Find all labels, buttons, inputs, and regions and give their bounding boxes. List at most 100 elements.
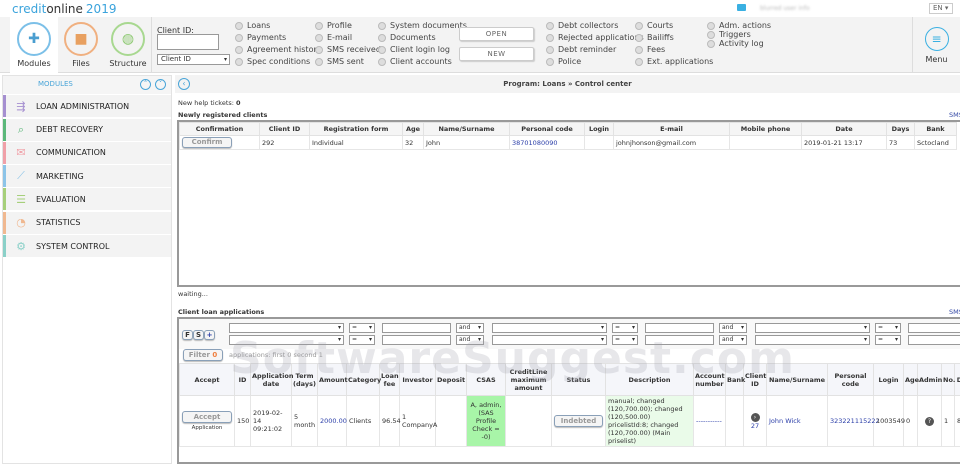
- radio-col2-2[interactable]: SMS received: [315, 45, 381, 54]
- column-header[interactable]: Days: [886, 122, 915, 136]
- table-cell: [725, 395, 744, 447]
- sidebar-item-statistics[interactable]: ◔ STATISTICS: [3, 211, 171, 234]
- radio-icon: [635, 45, 643, 54]
- new-button[interactable]: NEW: [459, 47, 534, 61]
- filter-field-select[interactable]: [755, 323, 870, 333]
- accept-button[interactable]: Accept: [182, 411, 232, 423]
- status-button[interactable]: Indebted: [554, 415, 603, 427]
- column-header[interactable]: Personal code: [509, 122, 585, 136]
- filter-value-input[interactable]: [908, 323, 960, 333]
- radio-col6-2[interactable]: Activity log: [707, 39, 764, 48]
- sms-link-2[interactable]: SMS: [949, 308, 960, 316]
- radio-icon: [635, 57, 643, 66]
- radio-col4-0[interactable]: Debt collectors: [546, 21, 618, 30]
- sidebar-item-loan-administration[interactable]: ⇶ LOAN ADMINISTRATION: [3, 95, 171, 118]
- files-button[interactable]: ■ Files: [57, 17, 105, 73]
- radio-col1-0[interactable]: Loans: [235, 21, 270, 30]
- column-header[interactable]: Date: [801, 122, 887, 136]
- radio-col2-3[interactable]: SMS sent: [315, 57, 364, 66]
- radio-col3-0[interactable]: System documents: [378, 21, 467, 30]
- column-header[interactable]: Login: [873, 363, 904, 396]
- globe-icon: ◍: [111, 22, 145, 56]
- filter-and-select[interactable]: and: [719, 323, 747, 333]
- radio-col2-0[interactable]: Profile: [315, 21, 352, 30]
- table-cell: 5 month: [291, 395, 318, 447]
- column-header[interactable]: Name/Surname: [423, 122, 510, 136]
- column-header[interactable]: Admin: [917, 363, 942, 396]
- column-header[interactable]: No.: [941, 363, 955, 396]
- radio-col6-1[interactable]: Triggers: [707, 30, 751, 39]
- client-arrow-icon[interactable]: ›: [750, 412, 760, 422]
- column-header[interactable]: Mobile phone: [729, 122, 802, 136]
- table-cell[interactable]: 323221115222: [827, 395, 880, 447]
- expand-down-icon[interactable]: ˅: [155, 79, 166, 90]
- sidebar-item-debt-recovery[interactable]: ⌕ DEBT RECOVERY: [3, 118, 171, 141]
- filter-value-input[interactable]: [645, 323, 714, 333]
- structure-button[interactable]: ◍ Structure: [104, 17, 152, 73]
- fs-button-1[interactable]: S: [193, 330, 204, 340]
- column-header[interactable]: Age: [903, 363, 919, 396]
- sidebar-item-system-control[interactable]: ⚙ SYSTEM CONTROL: [3, 235, 171, 258]
- column-header[interactable]: Confirmation: [179, 122, 260, 136]
- table-cell: 1: [941, 395, 955, 447]
- column-header[interactable]: Login: [584, 122, 614, 136]
- column-header[interactable]: Accept: [179, 363, 235, 396]
- open-button[interactable]: OPEN: [459, 27, 534, 41]
- sidebar-item-communication[interactable]: ✉ COMMUNICATION: [3, 141, 171, 164]
- radio-col5-0[interactable]: Courts: [635, 21, 673, 30]
- filter-field-select[interactable]: [229, 323, 344, 333]
- filter-operator-select[interactable]: =: [875, 335, 901, 345]
- filter-field-select[interactable]: [492, 323, 607, 333]
- help-tickets: New help tickets: 0: [178, 99, 241, 107]
- radio-col1-2[interactable]: Agreement history: [235, 45, 322, 54]
- column-header[interactable]: Client ID: [259, 122, 310, 136]
- confirm-button[interactable]: Confirm: [182, 137, 232, 148]
- filter-operator-select[interactable]: =: [875, 323, 901, 333]
- radio-col5-2[interactable]: Fees: [635, 45, 665, 54]
- column-header[interactable]: Personal code: [827, 363, 874, 396]
- filter-button[interactable]: Filter 0: [183, 349, 223, 361]
- sms-link[interactable]: SMS: [949, 111, 960, 119]
- filter-operator-select[interactable]: =: [612, 323, 638, 333]
- table-cell[interactable]: John Wick: [766, 395, 828, 447]
- table-cell[interactable]: 38701080090: [509, 135, 585, 150]
- loan-apps-title: Client loan applications: [178, 308, 265, 316]
- column-header[interactable]: Age: [402, 122, 424, 136]
- radio-col4-2[interactable]: Debt reminder: [546, 45, 616, 54]
- client-id-link[interactable]: 27: [746, 422, 764, 430]
- client-id-input[interactable]: [157, 34, 219, 50]
- radio-col1-1[interactable]: Payments: [235, 33, 286, 42]
- radio-col3-3[interactable]: Client accounts: [378, 57, 452, 66]
- table-cell[interactable]: 2000.00: [317, 395, 347, 447]
- sidebar-item-marketing[interactable]: ⟋ MARKETING: [3, 165, 171, 188]
- fs-button-2[interactable]: +: [204, 330, 215, 340]
- table-cell[interactable]: -----------: [693, 395, 726, 447]
- menu-button[interactable]: ≡ Menu: [913, 17, 960, 64]
- radio-col3-1[interactable]: Documents: [378, 33, 436, 42]
- table-cell: Confirm: [179, 135, 260, 150]
- filter-value-input[interactable]: [908, 335, 960, 345]
- radio-col4-1[interactable]: Rejected applications: [546, 33, 644, 42]
- filter-value-input[interactable]: [382, 323, 451, 333]
- radio-col4-3[interactable]: Police: [546, 57, 581, 66]
- radio-col6-0[interactable]: Adm. actions: [707, 21, 771, 30]
- language-select[interactable]: EN ▾: [929, 3, 953, 14]
- filter-and-select[interactable]: and: [456, 323, 484, 333]
- column-header[interactable]: Registration form: [309, 122, 403, 136]
- help-icon[interactable]: ?: [925, 416, 934, 426]
- radio-col5-1[interactable]: Bailiffs: [635, 33, 674, 42]
- collapse-up-icon[interactable]: ˄: [140, 79, 151, 90]
- client-id-type-select[interactable]: Client ID: [157, 54, 230, 65]
- new-clients-title: Newly registered clients: [178, 111, 268, 119]
- radio-col1-3[interactable]: Spec conditions: [235, 57, 310, 66]
- sidebar-item-evaluation[interactable]: ☰ EVALUATION: [3, 188, 171, 211]
- radio-col3-2[interactable]: Client login log: [378, 45, 450, 54]
- fs-button-0[interactable]: F: [182, 330, 193, 340]
- chat-icon[interactable]: [737, 4, 746, 11]
- radio-col2-1[interactable]: E-mail: [315, 33, 352, 42]
- modules-button[interactable]: ✚ Modules: [10, 17, 58, 73]
- column-header[interactable]: E-mail: [613, 122, 730, 136]
- filter-operator-select[interactable]: =: [349, 323, 375, 333]
- radio-col5-3[interactable]: Ext. applications: [635, 57, 713, 66]
- column-header[interactable]: Bank: [914, 122, 957, 136]
